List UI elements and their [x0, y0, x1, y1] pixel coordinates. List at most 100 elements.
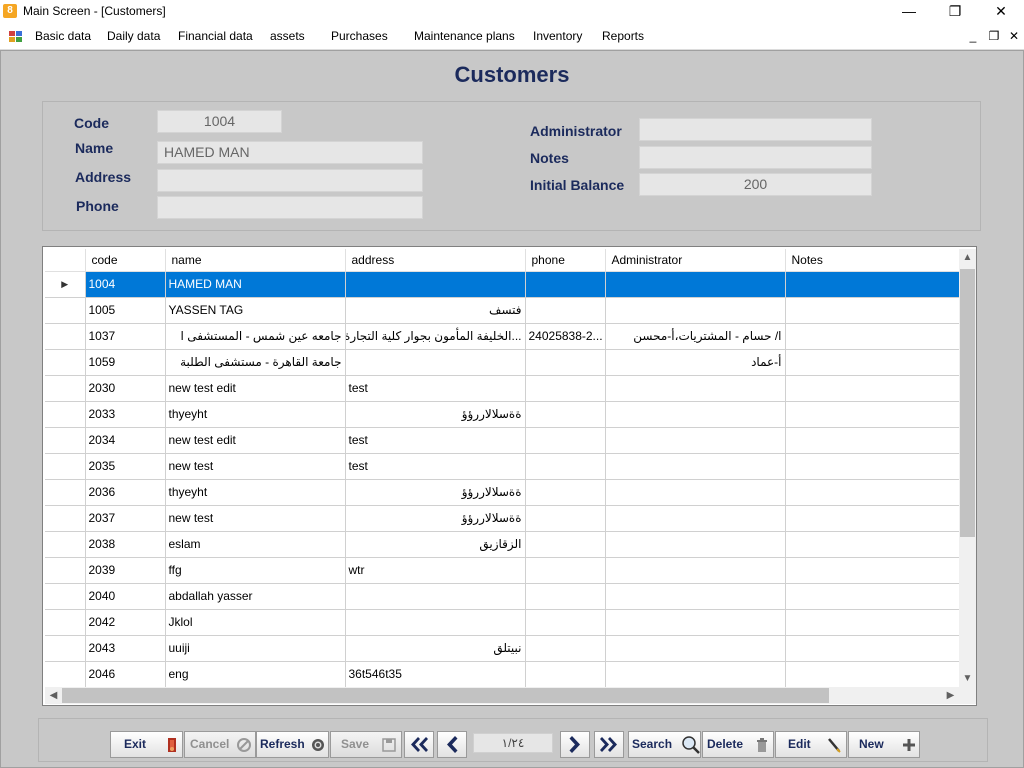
row-header[interactable]	[45, 297, 86, 324]
cell-code[interactable]: 1059	[85, 349, 166, 376]
cell-name[interactable]: ffg	[165, 557, 346, 584]
cell-code[interactable]: 2033	[85, 401, 166, 428]
cell-code[interactable]: 2039	[85, 557, 166, 584]
column-header-code[interactable]: code	[85, 249, 166, 272]
cell-notes[interactable]	[785, 271, 959, 298]
cell-administrator[interactable]	[605, 375, 786, 402]
menu-inventory[interactable]: Inventory	[533, 29, 582, 43]
table-row[interactable]: 2033 thyeyht ةةسلالاررؤؤ	[45, 401, 959, 428]
cell-notes[interactable]	[785, 453, 959, 480]
table-row[interactable]: 2036 thyeyht ةةسلالاررؤؤ	[45, 479, 959, 506]
cell-notes[interactable]	[785, 557, 959, 584]
vertical-scrollbar[interactable]: ▲ ▼	[959, 249, 976, 687]
row-header[interactable]	[45, 531, 86, 558]
row-header[interactable]	[45, 401, 86, 428]
cell-notes[interactable]	[785, 323, 959, 350]
row-header[interactable]	[45, 349, 86, 376]
cell-name[interactable]: eslam	[165, 531, 346, 558]
cancel-button[interactable]: Cancel	[184, 731, 256, 758]
mdi-window-icon[interactable]	[9, 31, 23, 43]
edit-button[interactable]: Edit	[775, 731, 847, 758]
row-header-corner[interactable]	[45, 249, 86, 272]
cell-notes[interactable]	[785, 479, 959, 506]
cell-phone[interactable]	[525, 349, 606, 376]
cell-name[interactable]: new test	[165, 505, 346, 532]
cell-notes[interactable]	[785, 349, 959, 376]
cell-name[interactable]: جامعة القاهرة - مستشفى الطلبة	[165, 349, 346, 376]
row-header[interactable]	[45, 557, 86, 584]
cell-code[interactable]: 2030	[85, 375, 166, 402]
cell-notes[interactable]	[785, 635, 959, 662]
cell-name[interactable]: Jklol	[165, 609, 346, 636]
cell-address[interactable]: فتسف	[345, 297, 526, 324]
child-restore-button[interactable]: ❐	[987, 29, 1001, 43]
cell-phone[interactable]	[525, 453, 606, 480]
cell-phone[interactable]	[525, 583, 606, 610]
cell-code[interactable]: 2046	[85, 661, 166, 687]
first-record-button[interactable]	[404, 731, 434, 758]
maximize-button[interactable]: ❐	[932, 0, 978, 24]
cell-code[interactable]: 2038	[85, 531, 166, 558]
cell-code[interactable]: 2037	[85, 505, 166, 532]
row-header[interactable]	[45, 323, 86, 350]
cell-name[interactable]: new test edit	[165, 375, 346, 402]
cell-administrator[interactable]	[605, 531, 786, 558]
cell-notes[interactable]	[785, 609, 959, 636]
table-row[interactable]: 2040 abdallah yasser	[45, 583, 959, 610]
address-field[interactable]	[157, 169, 423, 192]
cell-address[interactable]: test	[345, 453, 526, 480]
column-header-notes[interactable]: Notes	[785, 249, 959, 272]
last-record-button[interactable]	[594, 731, 624, 758]
cell-address[interactable]: نبيتلق	[345, 635, 526, 662]
table-row[interactable]: 2034 new test edit test	[45, 427, 959, 454]
cell-phone[interactable]	[525, 609, 606, 636]
cell-code[interactable]: 1004	[85, 271, 166, 298]
cell-name[interactable]: thyeyht	[165, 401, 346, 428]
column-header-phone[interactable]: phone	[525, 249, 606, 272]
cell-code[interactable]: 2040	[85, 583, 166, 610]
cell-phone[interactable]	[525, 531, 606, 558]
cell-administrator[interactable]	[605, 661, 786, 687]
table-row[interactable]: 2042 Jklol	[45, 609, 959, 636]
refresh-button[interactable]: Refresh	[256, 731, 329, 758]
cell-administrator[interactable]	[605, 427, 786, 454]
scroll-down-icon[interactable]: ▼	[959, 670, 976, 687]
next-record-button[interactable]	[560, 731, 590, 758]
cell-name[interactable]: thyeyht	[165, 479, 346, 506]
row-header[interactable]	[45, 609, 86, 636]
row-header[interactable]	[45, 427, 86, 454]
child-minimize-button[interactable]: _	[966, 29, 980, 43]
exit-button[interactable]: Exit	[110, 731, 183, 758]
cell-notes[interactable]	[785, 401, 959, 428]
cell-name[interactable]: new test edit	[165, 427, 346, 454]
cell-address[interactable]: ةةسلالاررؤؤ	[345, 505, 526, 532]
cell-name[interactable]: YASSEN TAG	[165, 297, 346, 324]
scroll-left-icon[interactable]: ◀	[45, 687, 62, 704]
cell-administrator[interactable]	[605, 583, 786, 610]
cell-address[interactable]	[345, 609, 526, 636]
menu-maintenance-plans[interactable]: Maintenance plans	[414, 29, 515, 43]
table-row[interactable]: 1037 جامعه عين شمس - المستشفى ا ...الخليفة…	[45, 323, 959, 350]
cell-address[interactable]: wtr	[345, 557, 526, 584]
cell-address[interactable]: test	[345, 375, 526, 402]
row-header[interactable]	[45, 635, 86, 662]
initial-balance-field[interactable]: 200	[639, 173, 872, 196]
cell-phone[interactable]	[525, 557, 606, 584]
cell-administrator[interactable]	[605, 479, 786, 506]
cell-phone[interactable]	[525, 661, 606, 687]
cell-phone[interactable]: 24025838-2...	[525, 323, 606, 350]
cell-phone[interactable]	[525, 427, 606, 454]
cell-code[interactable]: 1005	[85, 297, 166, 324]
cell-code[interactable]: 2034	[85, 427, 166, 454]
cell-address[interactable]	[345, 583, 526, 610]
cell-address[interactable]	[345, 349, 526, 376]
cell-address[interactable]: ةةسلالاررؤؤ	[345, 479, 526, 506]
row-header[interactable]	[45, 583, 86, 610]
cell-notes[interactable]	[785, 297, 959, 324]
table-row[interactable]: 2037 new test ةةسلالاررؤؤ	[45, 505, 959, 532]
cell-administrator[interactable]	[605, 609, 786, 636]
table-row[interactable]: ▶ 1004 HAMED MAN	[45, 271, 959, 298]
menu-financial-data[interactable]: Financial data	[178, 29, 253, 43]
cell-address[interactable]: ...الخليفة المأمون بجوار كلية التجارة ع	[345, 323, 526, 350]
menu-reports[interactable]: Reports	[602, 29, 644, 43]
